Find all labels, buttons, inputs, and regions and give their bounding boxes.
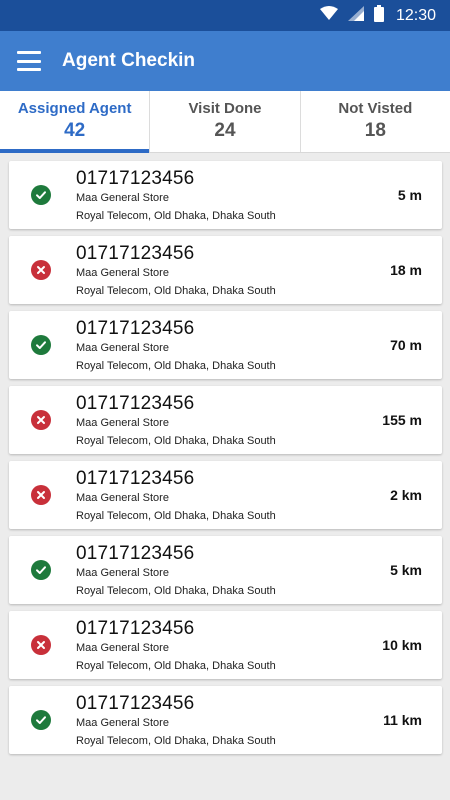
agent-store: Maa General Store xyxy=(76,491,169,504)
tab-label: Visit Done xyxy=(188,100,262,117)
agent-distance: 2 km xyxy=(390,487,422,503)
tab-bar: Assigned Agent 42 Visit Done 24 Not Vist… xyxy=(0,91,450,153)
agent-card[interactable]: 01717123456 Maa General Store Royal Teleco… xyxy=(9,611,442,679)
agent-card[interactable]: 01717123456 Maa General Store Royal Teleco… xyxy=(9,236,442,304)
agent-info: 01717123456 Maa General Store Royal Teleco… xyxy=(76,168,276,223)
agent-phone: 01717123456 xyxy=(76,617,195,639)
agent-address: Royal Telecom, Old Dhaka, Dhaka South xyxy=(76,209,276,222)
agent-phone: 01717123456 xyxy=(76,242,195,264)
signal-icon xyxy=(347,5,364,26)
agent-store: Maa General Store xyxy=(76,341,169,354)
agent-card[interactable]: 01717123456 Maa General Store Royal Teleco… xyxy=(9,461,442,529)
agent-distance: 5 km xyxy=(390,562,422,578)
agent-address: Royal Telecom, Old Dhaka, Dhaka South xyxy=(76,359,276,372)
agent-store: Maa General Store xyxy=(76,641,169,654)
agent-info: 01717123456 Maa General Store Royal Teleco… xyxy=(76,693,276,748)
agent-distance: 11 km xyxy=(383,712,422,728)
agent-distance: 5 m xyxy=(397,187,422,203)
agent-distance: 18 m xyxy=(390,262,422,278)
agent-phone: 01717123456 xyxy=(76,542,195,564)
tab-label: Not Visted xyxy=(338,100,413,117)
check-circle-icon xyxy=(31,710,51,730)
tab-label: Assigned Agent xyxy=(17,100,132,117)
agent-info: 01717123456 Maa General Store Royal Teleco… xyxy=(76,468,276,523)
agent-info: 01717123456 Maa General Store Royal Teleco… xyxy=(76,393,276,448)
tab-visit-done[interactable]: Visit Done 24 xyxy=(150,91,301,152)
agent-store: Maa General Store xyxy=(76,716,169,729)
status-time: 12:30 xyxy=(395,6,436,24)
agent-phone: 01717123456 xyxy=(76,392,195,414)
tab-count: 24 xyxy=(214,120,236,141)
tab-not-visited[interactable]: Not Visted 18 xyxy=(301,91,450,152)
app-bar: Agent Checkin xyxy=(0,31,450,91)
agent-list: 01717123456 Maa General Store Royal Teleco… xyxy=(0,153,450,754)
agent-distance: 155 m xyxy=(382,412,422,428)
agent-phone: 01717123456 xyxy=(76,317,195,339)
cross-circle-icon xyxy=(31,410,51,430)
agent-distance: 10 km xyxy=(382,637,422,653)
tab-assigned-agent[interactable]: Assigned Agent 42 xyxy=(0,91,151,153)
agent-store: Maa General Store xyxy=(76,266,169,279)
agent-phone: 01717123456 xyxy=(76,467,195,489)
agent-store: Maa General Store xyxy=(76,566,169,579)
check-circle-icon xyxy=(31,335,51,355)
agent-address: Royal Telecom, Old Dhaka, Dhaka South xyxy=(76,734,276,747)
agent-address: Royal Telecom, Old Dhaka, Dhaka South xyxy=(76,659,276,672)
cross-circle-icon xyxy=(31,485,51,505)
agent-info: 01717123456 Maa General Store Royal Teleco… xyxy=(76,243,276,298)
agent-phone: 01717123456 xyxy=(76,692,195,714)
tab-count: 18 xyxy=(364,120,386,141)
check-circle-icon xyxy=(31,560,51,580)
agent-address: Royal Telecom, Old Dhaka, Dhaka South xyxy=(76,584,276,597)
battery-icon xyxy=(373,4,384,27)
agent-phone: 01717123456 xyxy=(76,167,195,189)
agent-card[interactable]: 01717123456 Maa General Store Royal Teleco… xyxy=(9,311,442,379)
agent-address: Royal Telecom, Old Dhaka, Dhaka South xyxy=(76,434,276,447)
agent-address: Royal Telecom, Old Dhaka, Dhaka South xyxy=(76,284,276,297)
tab-count: 42 xyxy=(64,120,86,141)
page-title: Agent Checkin xyxy=(62,50,196,71)
wifi-icon xyxy=(319,6,338,25)
agent-card[interactable]: 01717123456 Maa General Store Royal Teleco… xyxy=(9,161,442,229)
check-circle-icon xyxy=(31,185,51,205)
agent-card[interactable]: 01717123456 Maa General Store Royal Teleco… xyxy=(9,536,442,604)
agent-card[interactable]: 01717123456 Maa General Store Royal Teleco… xyxy=(9,686,442,754)
cross-circle-icon xyxy=(31,260,51,280)
agent-info: 01717123456 Maa General Store Royal Teleco… xyxy=(76,618,276,673)
agent-store: Maa General Store xyxy=(76,416,169,429)
cross-circle-icon xyxy=(31,635,51,655)
agent-info: 01717123456 Maa General Store Royal Teleco… xyxy=(76,543,276,598)
agent-info: 01717123456 Maa General Store Royal Teleco… xyxy=(76,318,276,373)
agent-address: Royal Telecom, Old Dhaka, Dhaka South xyxy=(76,509,276,522)
hamburger-menu-icon[interactable] xyxy=(17,51,41,71)
status-bar: 12:30 xyxy=(0,0,450,31)
agent-card[interactable]: 01717123456 Maa General Store Royal Teleco… xyxy=(9,386,442,454)
agent-store: Maa General Store xyxy=(76,191,169,204)
agent-distance: 70 m xyxy=(390,337,422,353)
